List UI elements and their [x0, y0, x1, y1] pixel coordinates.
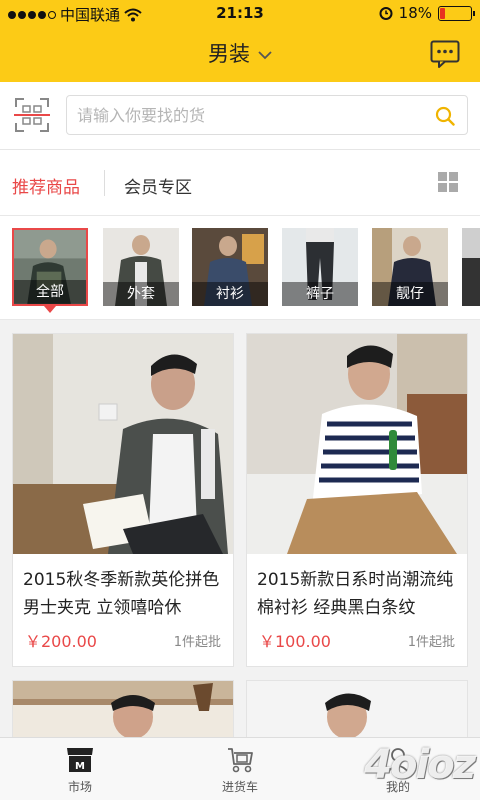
category-item-handsome[interactable]: 靓仔: [372, 228, 448, 306]
battery-icon: [438, 5, 475, 21]
category-item-more[interactable]: [462, 228, 480, 306]
bottom-nav-cart[interactable]: 进货车: [200, 746, 280, 795]
market-icon: M: [67, 748, 93, 772]
grid-icon[interactable]: [438, 172, 458, 192]
bottom-nav-label: 市场: [67, 780, 92, 794]
chevron-down-icon: [258, 50, 272, 59]
category-label: 全部: [14, 280, 86, 304]
product-min-quantity: 1件起批: [173, 635, 221, 650]
tab-divider: [104, 170, 105, 196]
category-item-shirt[interactable]: 衬衫: [192, 228, 268, 306]
category-item-jacket[interactable]: 外套: [103, 228, 179, 306]
product-card[interactable]: [12, 680, 234, 740]
svg-text:M: M: [75, 761, 85, 772]
category-title-dropdown[interactable]: 男装: [0, 38, 480, 68]
category-thumbnail: [462, 228, 480, 306]
category-item-all[interactable]: 全部: [12, 228, 88, 306]
search-input[interactable]: [77, 96, 417, 134]
category-label: 外套: [103, 282, 179, 306]
product-name: 2015新款日系时尚潮流纯棉衬衫 经典黑白条纹: [257, 570, 454, 618]
tab-bar: 推荐商品 会员专区: [0, 150, 480, 216]
product-card[interactable]: [246, 680, 468, 740]
app-header: 中国联通 21:13 18% 男装: [0, 0, 480, 82]
search-bar: [0, 82, 480, 150]
status-bar: 中国联通 21:13 18%: [0, 0, 480, 28]
search-icon[interactable]: [435, 106, 455, 126]
message-icon[interactable]: [430, 40, 460, 68]
page-title: 男装: [208, 42, 250, 66]
alarm-icon: [379, 7, 393, 20]
product-price: ￥100.00: [259, 632, 331, 651]
site-watermark: 4oioz: [364, 742, 476, 788]
product-card[interactable]: 2015秋冬季新款英伦拼色男士夹克 立领嘻哈休 ￥200.00 1件起批: [12, 333, 234, 667]
product-image: [247, 681, 467, 739]
search-box[interactable]: [66, 95, 468, 135]
product-min-quantity: 1件起批: [407, 635, 455, 650]
product-card[interactable]: 2015新款日系时尚潮流纯棉衬衫 经典黑白条纹 ￥100.00 1件起批: [246, 333, 468, 667]
category-label: 靓仔: [372, 282, 448, 306]
cart-icon: [228, 748, 253, 773]
category-strip: 全部 外套 衬衫 裤子 靓仔: [0, 216, 480, 320]
battery-percent: 18%: [398, 4, 432, 22]
active-category-pointer: [44, 306, 56, 313]
category-label: 衬衫: [192, 282, 268, 306]
tab-recommended[interactable]: 推荐商品: [12, 173, 80, 198]
category-label: 裤子: [282, 282, 358, 306]
bottom-nav-label: 进货车: [221, 780, 258, 794]
bottom-nav-market[interactable]: M 市场: [40, 746, 120, 795]
scan-icon[interactable]: [14, 97, 50, 133]
product-image: [13, 681, 233, 739]
product-image: [247, 334, 467, 554]
product-price: ￥200.00: [25, 632, 97, 651]
product-name: 2015秋冬季新款英伦拼色男士夹克 立领嘻哈休: [23, 570, 220, 618]
tab-member[interactable]: 会员专区: [124, 173, 192, 198]
product-image: [13, 334, 233, 554]
category-item-pants[interactable]: 裤子: [282, 228, 358, 306]
